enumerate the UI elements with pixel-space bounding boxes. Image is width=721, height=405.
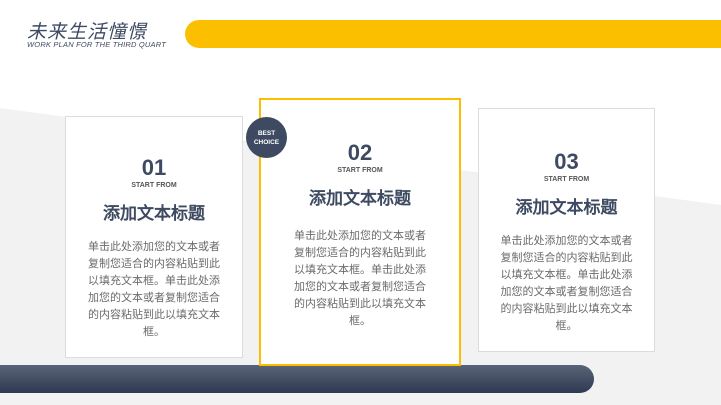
bottom-accent-bar — [0, 365, 594, 393]
badge-line-1: BEST — [257, 129, 276, 137]
card-start-label: START FROM — [131, 182, 177, 189]
card-number: 03 — [554, 149, 579, 174]
page-subtitle: WORK PLAN FOR THE THIRD QUART — [27, 40, 167, 49]
card-03: 03 START FROM 添加文本标题 单击此处添加您的文本或者复制您适合的内… — [478, 108, 655, 352]
card-body: 单击此处添加您的文本或者复制您适合的内容粘贴到此以填充文本框。单击此处添加您的文… — [88, 240, 220, 338]
card-number: 01 — [141, 155, 167, 180]
card-title: 添加文本标题 — [515, 198, 618, 218]
card-start-label: START FROM — [337, 167, 383, 174]
best-choice-badge: BEST CHOICE — [246, 117, 287, 158]
card-title: 添加文本标题 — [103, 204, 205, 224]
card-body: 单击此处添加您的文本或者复制您适合的内容粘贴到此以填充文本框。单击此处添加您的文… — [500, 234, 633, 332]
card-title: 添加文本标题 — [309, 189, 411, 209]
top-accent-bar — [185, 20, 721, 48]
card-start-label: START FROM — [543, 176, 590, 183]
card-01: 01 START FROM 添加文本标题 单击此处添加您的文本或者复制您适合的内… — [65, 116, 243, 358]
badge-line-2: CHOICE — [253, 138, 280, 146]
card-02: 02 START FROM 添加文本标题 单击此处添加您的文本或者复制您适合的内… — [259, 98, 461, 366]
card-body: 单击此处添加您的文本或者复制您适合的内容粘贴到此以填充文本框。单击此处添加您的文… — [294, 229, 426, 327]
card-number: 02 — [347, 140, 373, 165]
